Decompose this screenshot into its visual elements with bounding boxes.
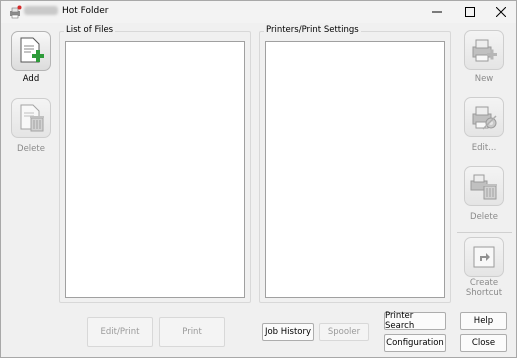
files-list[interactable] xyxy=(65,41,245,298)
new-printer-icon xyxy=(472,39,497,62)
delete-document-icon xyxy=(20,104,44,132)
blurred-app-name xyxy=(24,6,58,15)
printers-group-label: Printers/Print Settings xyxy=(264,25,361,35)
shortcut-icon xyxy=(473,246,495,268)
new-label: New xyxy=(474,74,494,84)
minimize-icon xyxy=(431,11,442,13)
create-shortcut-button[interactable] xyxy=(464,237,504,277)
print-button[interactable]: Print xyxy=(159,317,225,347)
job-history-button[interactable]: Job History xyxy=(262,323,314,341)
delete-printer-label: Delete xyxy=(470,212,498,222)
files-group-label: List of Files xyxy=(64,25,116,35)
spooler-button[interactable]: Spooler xyxy=(319,323,369,341)
add-document-icon xyxy=(20,37,44,63)
printer-search-button[interactable]: Printer Search xyxy=(384,311,446,331)
delete-printer-button[interactable] xyxy=(464,166,504,206)
edit-print-button[interactable]: Edit/Print xyxy=(87,317,153,347)
window-title: Hot Folder xyxy=(62,6,109,16)
maximize-icon xyxy=(464,7,475,17)
add-button[interactable] xyxy=(11,31,51,71)
toolbar-separator xyxy=(457,232,512,233)
close-button[interactable]: Close xyxy=(460,334,507,352)
delete-file-label: Delete xyxy=(17,144,45,154)
edit-label: Edit... xyxy=(471,143,497,153)
create-shortcut-label: Create Shortcut xyxy=(465,278,503,298)
add-label: Add xyxy=(22,74,40,84)
app-printer-icon xyxy=(8,5,22,19)
close-window-button[interactable] xyxy=(485,1,516,23)
edit-printer-icon xyxy=(472,106,497,130)
maximize-button[interactable] xyxy=(454,1,485,23)
close-icon xyxy=(495,7,506,17)
title-bar: Hot Folder xyxy=(1,1,516,23)
printers-list[interactable] xyxy=(265,41,445,298)
help-button[interactable]: Help xyxy=(460,312,507,330)
edit-printer-button[interactable] xyxy=(464,97,504,137)
delete-file-button[interactable] xyxy=(11,98,51,138)
hot-folder-window: Hot Folder Add Delete List of Files Prin… xyxy=(0,0,517,358)
new-printer-button[interactable] xyxy=(464,30,504,70)
configuration-button[interactable]: Configuration xyxy=(384,334,446,352)
minimize-button[interactable] xyxy=(421,1,452,23)
delete-printer-icon xyxy=(470,174,497,200)
